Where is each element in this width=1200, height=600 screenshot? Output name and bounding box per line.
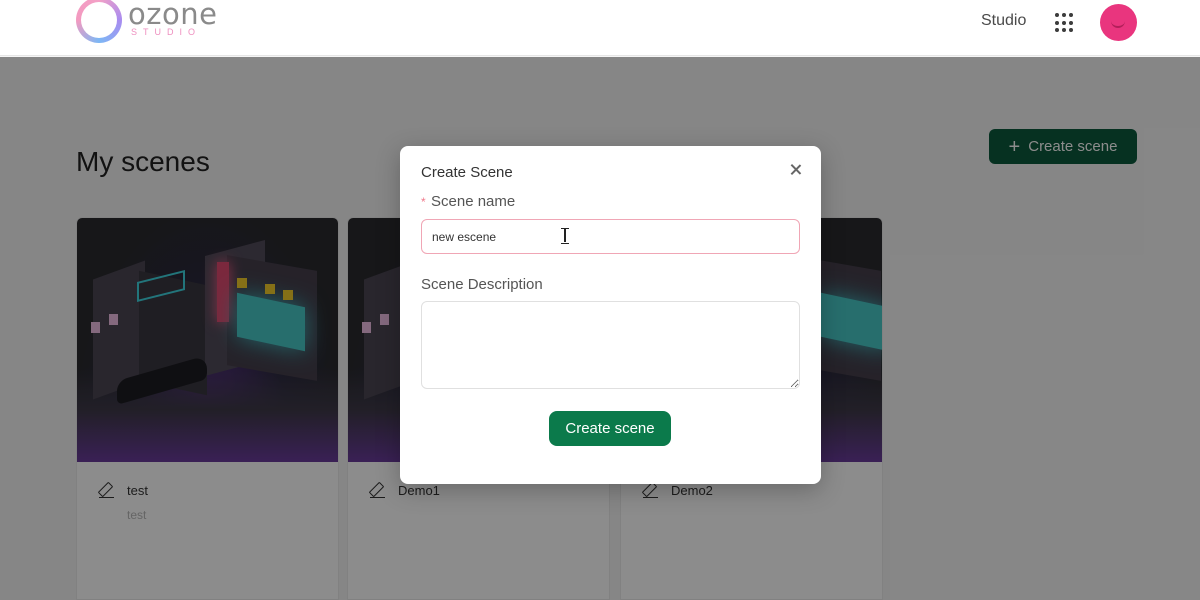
scene-name-input[interactable] xyxy=(421,219,800,254)
text-cursor-icon xyxy=(560,228,570,244)
avatar[interactable] xyxy=(1100,4,1137,41)
top-nav-bar: ozone STUDIO Studio xyxy=(0,0,1200,56)
create-scene-dialog: Create Scene * Scene name Scene Descript… xyxy=(400,146,821,484)
required-marker: * xyxy=(421,195,426,209)
scene-description-label: Scene Description xyxy=(421,276,543,293)
create-scene-submit-button[interactable]: Create scene xyxy=(549,411,671,446)
nav-studio-link[interactable]: Studio xyxy=(981,12,1026,30)
scene-name-label: Scene name xyxy=(431,193,516,210)
ozone-studio-logo[interactable]: ozone STUDIO xyxy=(76,0,246,47)
close-icon[interactable] xyxy=(788,162,804,178)
dialog-title: Create Scene xyxy=(421,164,513,181)
scene-description-textarea[interactable] xyxy=(421,301,800,389)
apps-grid-icon[interactable] xyxy=(1054,12,1076,34)
logo-ring-icon xyxy=(76,0,122,43)
logo-subtitle: STUDIO xyxy=(131,27,202,37)
